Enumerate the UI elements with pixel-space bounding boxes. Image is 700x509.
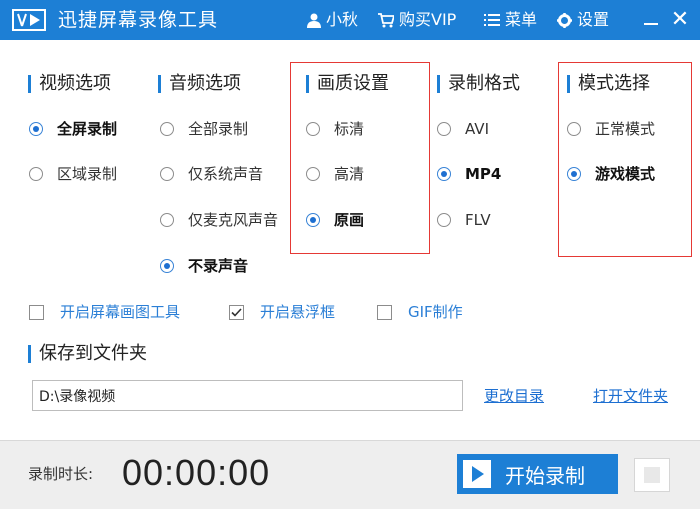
radio-button[interactable] bbox=[567, 122, 581, 136]
option-label: 仅麦克风声音 bbox=[188, 211, 279, 229]
option-label: 仅系统声音 bbox=[188, 165, 264, 183]
mode-select-label: 模式选择 bbox=[578, 73, 650, 94]
radio-fullscreen-record[interactable]: 全屏录制 bbox=[29, 119, 117, 139]
radio-button[interactable] bbox=[160, 259, 174, 273]
radio-region-record[interactable]: 区域录制 bbox=[29, 164, 117, 184]
section-marker bbox=[28, 75, 31, 93]
radio-record-all-audio[interactable]: 全部录制 bbox=[160, 119, 248, 139]
radio-button[interactable] bbox=[437, 167, 451, 181]
stop-record-button[interactable] bbox=[634, 458, 670, 492]
radio-quality-original[interactable]: 原画 bbox=[306, 210, 364, 230]
video-options-label: 视频选项 bbox=[39, 73, 111, 94]
option-label: 高清 bbox=[334, 165, 365, 183]
radio-button[interactable] bbox=[29, 122, 43, 136]
quality-settings-title: 画质设置 bbox=[306, 73, 389, 95]
close-button[interactable]: ✕ bbox=[670, 9, 690, 31]
checkbox-floating-window[interactable]: 开启悬浮框 bbox=[229, 302, 335, 322]
minimize-button[interactable] bbox=[642, 10, 660, 30]
radio-format-flv[interactable]: FLV bbox=[437, 210, 491, 230]
start-record-label: 开始录制 bbox=[505, 463, 585, 488]
section-marker bbox=[158, 75, 161, 93]
option-label: 区域录制 bbox=[57, 165, 118, 183]
radio-button[interactable] bbox=[160, 213, 174, 227]
radio-system-audio-only[interactable]: 仅系统声音 bbox=[160, 164, 263, 184]
save-folder-label: 保存到文件夹 bbox=[39, 343, 147, 364]
option-label: 游戏模式 bbox=[595, 165, 656, 183]
menu-icon bbox=[484, 14, 500, 26]
app-logo-icon bbox=[12, 9, 46, 31]
cart-icon bbox=[378, 12, 394, 27]
option-label: 原画 bbox=[334, 211, 365, 229]
save-folder-title: 保存到文件夹 bbox=[28, 343, 147, 365]
radio-format-mp4[interactable]: MP4 bbox=[437, 164, 501, 184]
checkbox[interactable] bbox=[29, 304, 44, 320]
save-path-input[interactable] bbox=[32, 380, 463, 411]
checkbox-label: 开启悬浮框 bbox=[260, 303, 336, 321]
radio-normal-mode[interactable]: 正常模式 bbox=[567, 119, 655, 139]
record-duration-label: 录制时长: bbox=[28, 465, 94, 483]
radio-button[interactable] bbox=[306, 122, 320, 136]
checkmark-icon bbox=[231, 307, 242, 317]
radio-quality-sd[interactable]: 标清 bbox=[306, 119, 364, 139]
app-title: 迅捷屏幕录像工具 bbox=[58, 9, 219, 31]
video-options-title: 视频选项 bbox=[28, 73, 111, 95]
radio-button[interactable] bbox=[567, 167, 581, 181]
start-record-button[interactable]: 开始录制 bbox=[457, 454, 618, 494]
option-label: FLV bbox=[465, 211, 491, 229]
radio-button[interactable] bbox=[306, 213, 320, 227]
play-icon bbox=[463, 460, 491, 488]
menu-button[interactable]: 菜单 bbox=[484, 10, 537, 30]
option-label: 不录声音 bbox=[188, 257, 249, 275]
title-bar: 迅捷屏幕录像工具 小秋 购买VIP 菜单 设置 ✕ bbox=[0, 0, 700, 40]
section-marker bbox=[28, 345, 31, 363]
record-format-label: 录制格式 bbox=[448, 73, 520, 94]
radio-microphone-only[interactable]: 仅麦克风声音 bbox=[160, 210, 278, 230]
section-marker bbox=[567, 75, 570, 93]
option-label: 正常模式 bbox=[595, 120, 656, 138]
radio-no-audio[interactable]: 不录声音 bbox=[160, 256, 248, 276]
open-folder-link[interactable]: 打开文件夹 bbox=[593, 386, 668, 406]
settings-button[interactable]: 设置 bbox=[557, 10, 609, 30]
buy-vip-label: 购买VIP bbox=[399, 10, 457, 29]
record-duration-value: 00:00:00 bbox=[122, 452, 271, 493]
checkbox[interactable] bbox=[377, 304, 392, 320]
settings-label: 设置 bbox=[577, 10, 610, 29]
radio-button[interactable] bbox=[160, 167, 174, 181]
option-label: 标清 bbox=[334, 120, 365, 138]
radio-quality-hd[interactable]: 高清 bbox=[306, 164, 364, 184]
record-format-title: 录制格式 bbox=[437, 73, 520, 95]
user-name: 小秋 bbox=[326, 10, 359, 29]
section-marker bbox=[437, 75, 440, 93]
checkbox-gif-make[interactable]: GIF制作 bbox=[377, 302, 463, 322]
radio-button[interactable] bbox=[306, 167, 320, 181]
radio-button[interactable] bbox=[160, 122, 174, 136]
radio-format-avi[interactable]: AVI bbox=[437, 119, 489, 139]
radio-button[interactable] bbox=[437, 122, 451, 136]
option-label: 全部录制 bbox=[188, 120, 249, 138]
mode-select-title: 模式选择 bbox=[567, 73, 650, 95]
radio-button[interactable] bbox=[437, 213, 451, 227]
gear-icon bbox=[557, 12, 572, 28]
checkbox-screen-drawing-tool[interactable]: 开启屏幕画图工具 bbox=[29, 302, 180, 322]
checkbox-label: 开启屏幕画图工具 bbox=[60, 303, 181, 321]
radio-button[interactable] bbox=[29, 167, 43, 181]
user-button[interactable]: 小秋 bbox=[307, 10, 358, 30]
option-label: MP4 bbox=[465, 165, 502, 183]
section-marker bbox=[306, 75, 309, 93]
audio-options-label: 音频选项 bbox=[169, 73, 241, 94]
checkbox-label: GIF制作 bbox=[408, 303, 463, 321]
quality-settings-label: 画质设置 bbox=[317, 73, 389, 94]
option-label: 全屏录制 bbox=[57, 120, 118, 138]
menu-label: 菜单 bbox=[505, 10, 538, 29]
option-label: AVI bbox=[465, 120, 489, 138]
user-icon bbox=[307, 13, 321, 28]
change-directory-link[interactable]: 更改目录 bbox=[484, 386, 544, 406]
checkbox[interactable] bbox=[229, 304, 244, 320]
audio-options-title: 音频选项 bbox=[158, 73, 241, 95]
buy-vip-button[interactable]: 购买VIP bbox=[378, 10, 456, 30]
radio-game-mode[interactable]: 游戏模式 bbox=[567, 164, 655, 184]
